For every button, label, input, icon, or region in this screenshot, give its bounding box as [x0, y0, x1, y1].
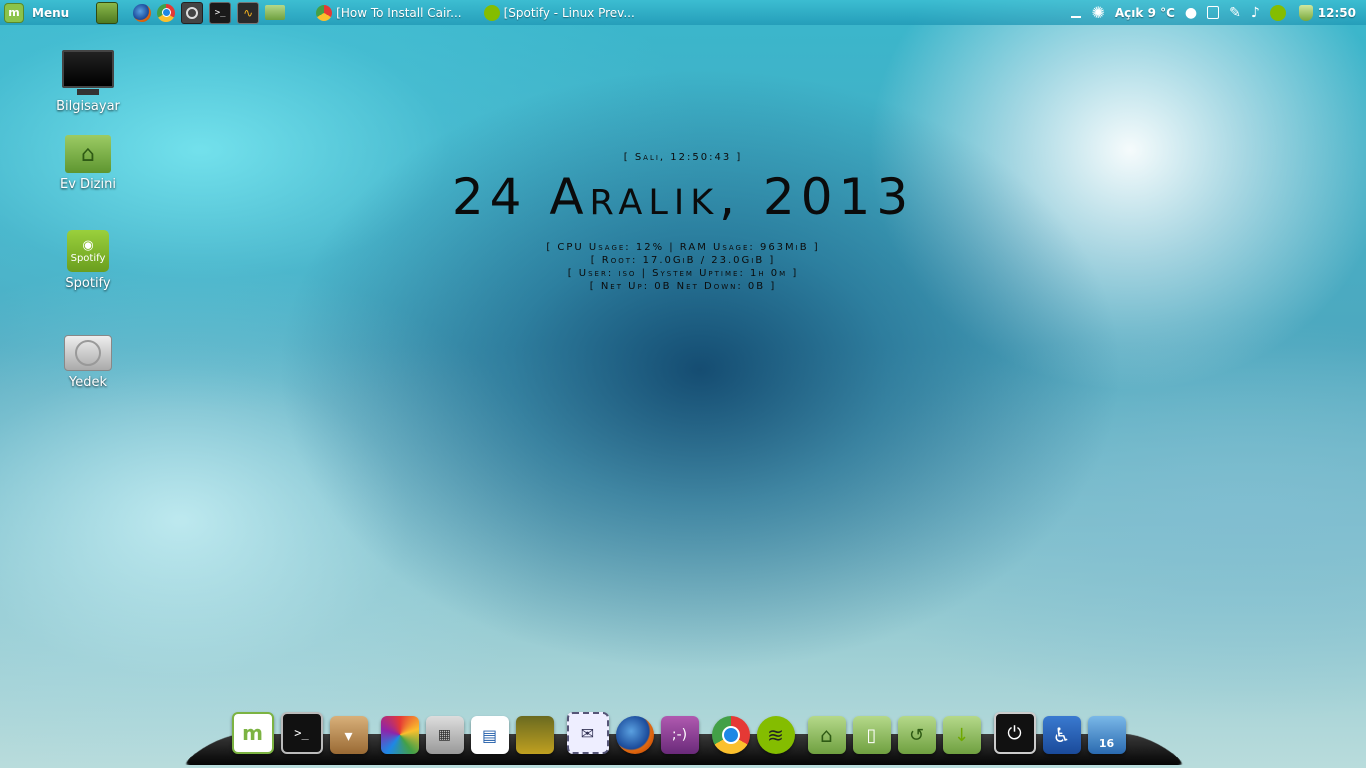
mint-logo-icon: m	[4, 2, 24, 23]
panel-launchers: >_ ∿	[93, 1, 288, 24]
downloads-folder-icon[interactable]: ↓	[942, 716, 981, 754]
computer-icon	[62, 50, 114, 95]
chrome-icon[interactable]	[157, 3, 176, 22]
mail-client-icon[interactable]: ✉	[566, 712, 609, 754]
task-label: [How To Install Cair...	[336, 5, 462, 20]
accessibility-icon[interactable]: ♿	[1042, 716, 1081, 754]
weather-label[interactable]: Açık 9 °C	[1115, 6, 1175, 20]
terminal-icon[interactable]: >_	[280, 712, 323, 754]
user-icon[interactable]: ●	[1185, 5, 1197, 21]
clock[interactable]: 12:50	[1318, 6, 1356, 20]
desktop-icon-label: Bilgisayar	[56, 99, 120, 114]
conky-time: [ Salı, 12:50:43 ]	[623, 152, 743, 163]
desktop-icon-computer[interactable]: Bilgisayar	[43, 50, 133, 114]
trash-count: 16	[1098, 736, 1115, 750]
power-icon[interactable]: ⏻	[993, 712, 1036, 754]
desktop-icon-label: Yedek	[69, 375, 107, 390]
documents-folder-icon[interactable]: ▯	[852, 716, 891, 754]
system-monitor-icon[interactable]: ∿	[237, 1, 260, 24]
conky-date: 24 Aralık, 2013	[451, 168, 915, 226]
spotify-icon[interactable]: ≋	[756, 716, 795, 754]
weather-sun-icon[interactable]: ✺	[1091, 3, 1104, 22]
firefox-icon[interactable]	[133, 3, 152, 22]
shield-icon[interactable]	[1298, 4, 1313, 21]
spotify-tray-icon[interactable]	[1269, 4, 1286, 21]
trash-icon[interactable]: 16	[1087, 716, 1126, 754]
writer-icon[interactable]: ▤	[470, 716, 509, 754]
conky-net: [ Net Up: 0B Net Down: 0B ]	[589, 281, 777, 292]
pen-icon[interactable]: ✎	[1229, 5, 1241, 21]
system-tray: ✺ Açık 9 °C ● ✎ ♪ 12:50	[1066, 0, 1366, 25]
window-list-icon[interactable]	[1071, 8, 1082, 18]
notes-icon[interactable]	[1207, 6, 1220, 19]
conky-user-uptime: [ User: iso | System Uptime: 1h 0m ]	[567, 268, 799, 279]
mint-menu-icon[interactable]: m	[231, 712, 274, 754]
desktop-icon-drive[interactable]: Yedek	[43, 335, 133, 390]
chrome-icon[interactable]	[711, 716, 750, 754]
drive-icon	[64, 335, 112, 371]
terminal-icon[interactable]: >_	[209, 1, 232, 24]
conky-cpu-ram: [ CPU Usage: 12% | RAM Usage: 963MiB ]	[546, 242, 820, 253]
music-note-icon[interactable]: ♪	[1251, 5, 1260, 21]
dock: m >_ ▾ ▦ ▤ ✉ ;-) ≋ ⌂ ▯ ↺ ↓ ⏻ ♿ 16	[228, 708, 1129, 754]
spotify-icon	[483, 4, 500, 21]
show-desktop-icon[interactable]	[96, 1, 119, 24]
firefox-icon[interactable]	[615, 716, 654, 754]
task-label: [Spotify - Linux Prev...	[503, 5, 635, 20]
package-installer-icon[interactable]: ▾	[329, 716, 368, 754]
menu-button[interactable]: m Menu	[0, 0, 75, 25]
task-chrome[interactable]: [How To Install Cair...	[310, 0, 467, 25]
image-viewer-icon[interactable]	[515, 716, 554, 754]
conky-root: [ Root: 17.0GiB / 23.0GiB ]	[590, 255, 776, 266]
backup-folder-icon[interactable]: ↺	[897, 716, 936, 754]
task-spotify[interactable]: [Spotify - Linux Prev...	[478, 0, 641, 25]
calculator-icon[interactable]: ▦	[425, 716, 464, 754]
files-icon[interactable]	[265, 5, 286, 20]
screenshot-icon[interactable]	[181, 1, 204, 24]
chrome-icon	[316, 4, 333, 21]
menu-label: Menu	[32, 5, 70, 20]
pidgin-chat-icon[interactable]: ;-)	[660, 716, 699, 754]
home-folder-icon[interactable]: ⌂	[807, 716, 846, 754]
paint-icon[interactable]	[380, 716, 419, 754]
top-panel: m Menu >_ ∿ [How To Install Cair... [Spo…	[0, 0, 1366, 25]
